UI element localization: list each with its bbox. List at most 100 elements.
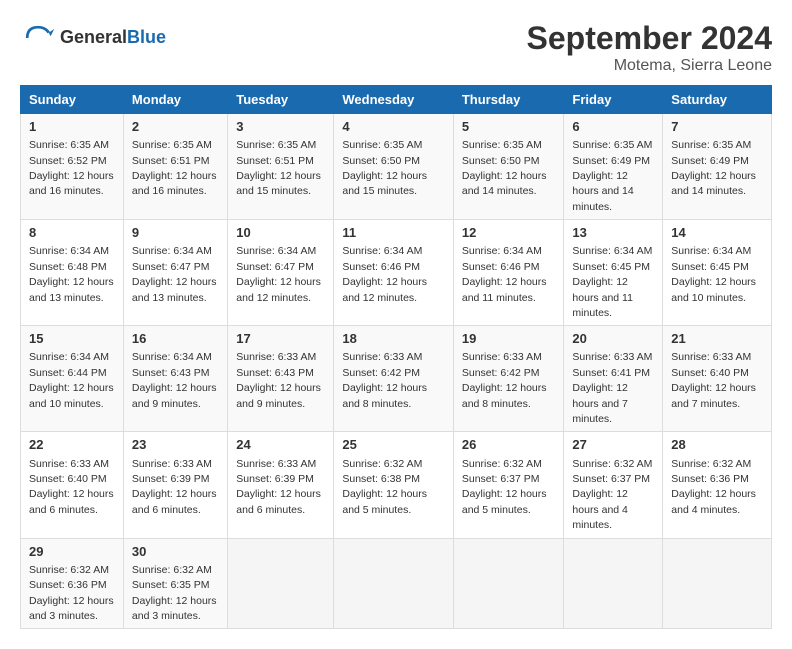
calendar-cell: 20Sunrise: 6:33 AMSunset: 6:41 PMDayligh… [564,326,663,432]
page-header: GeneralBlue September 2024 Motema, Sierr… [20,20,772,75]
daylight-text: Daylight: 12 hours and 5 minutes. [342,488,427,515]
daylight-text: Daylight: 12 hours and 7 minutes. [572,382,627,425]
calendar-week-2: 8Sunrise: 6:34 AMSunset: 6:48 PMDaylight… [21,220,772,326]
daylight-text: Daylight: 12 hours and 14 minutes. [462,170,547,197]
sunset-text: Sunset: 6:51 PM [236,155,314,167]
daylight-text: Daylight: 12 hours and 6 minutes. [236,488,321,515]
day-number: 6 [572,118,654,136]
calendar-cell: 12Sunrise: 6:34 AMSunset: 6:46 PMDayligh… [453,220,564,326]
sunrise-text: Sunrise: 6:35 AM [236,139,316,151]
sunset-text: Sunset: 6:40 PM [671,367,749,379]
sunset-text: Sunset: 6:51 PM [132,155,210,167]
location: Motema, Sierra Leone [527,57,772,75]
day-number: 21 [671,330,763,348]
sunrise-text: Sunrise: 6:34 AM [462,245,542,257]
day-number: 25 [342,436,445,454]
col-thursday: Thursday [453,86,564,114]
daylight-text: Daylight: 12 hours and 6 minutes. [29,488,114,515]
sunrise-text: Sunrise: 6:33 AM [132,458,212,470]
day-number: 26 [462,436,556,454]
sunrise-text: Sunrise: 6:32 AM [572,458,652,470]
header-row: Sunday Monday Tuesday Wednesday Thursday… [21,86,772,114]
calendar-cell [663,538,772,629]
sunset-text: Sunset: 6:49 PM [572,155,650,167]
day-number: 24 [236,436,325,454]
daylight-text: Daylight: 12 hours and 8 minutes. [462,382,547,409]
day-number: 28 [671,436,763,454]
sunset-text: Sunset: 6:44 PM [29,367,107,379]
day-number: 30 [132,543,219,561]
calendar-cell [564,538,663,629]
sunrise-text: Sunrise: 6:33 AM [671,351,751,363]
calendar-cell: 27Sunrise: 6:32 AMSunset: 6:37 PMDayligh… [564,432,663,538]
daylight-text: Daylight: 12 hours and 6 minutes. [132,488,217,515]
day-number: 2 [132,118,219,136]
calendar-cell: 18Sunrise: 6:33 AMSunset: 6:42 PMDayligh… [334,326,454,432]
day-number: 16 [132,330,219,348]
logo: GeneralBlue [20,20,166,56]
sunset-text: Sunset: 6:45 PM [572,261,650,273]
sunrise-text: Sunrise: 6:34 AM [29,245,109,257]
sunrise-text: Sunrise: 6:33 AM [572,351,652,363]
col-monday: Monday [123,86,227,114]
daylight-text: Daylight: 12 hours and 15 minutes. [342,170,427,197]
calendar-cell: 21Sunrise: 6:33 AMSunset: 6:40 PMDayligh… [663,326,772,432]
day-number: 11 [342,224,445,242]
sunset-text: Sunset: 6:46 PM [342,261,420,273]
sunset-text: Sunset: 6:46 PM [462,261,540,273]
calendar-cell: 4Sunrise: 6:35 AMSunset: 6:50 PMDaylight… [334,114,454,220]
sunrise-text: Sunrise: 6:35 AM [29,139,109,151]
sunrise-text: Sunrise: 6:34 AM [132,245,212,257]
sunset-text: Sunset: 6:37 PM [572,473,650,485]
calendar-header: Sunday Monday Tuesday Wednesday Thursday… [21,86,772,114]
day-number: 14 [671,224,763,242]
sunset-text: Sunset: 6:36 PM [671,473,749,485]
sunset-text: Sunset: 6:41 PM [572,367,650,379]
sunrise-text: Sunrise: 6:34 AM [572,245,652,257]
daylight-text: Daylight: 12 hours and 14 minutes. [671,170,756,197]
day-number: 18 [342,330,445,348]
sunrise-text: Sunrise: 6:35 AM [671,139,751,151]
calendar-cell: 2Sunrise: 6:35 AMSunset: 6:51 PMDaylight… [123,114,227,220]
sunrise-text: Sunrise: 6:33 AM [29,458,109,470]
calendar-cell: 16Sunrise: 6:34 AMSunset: 6:43 PMDayligh… [123,326,227,432]
col-saturday: Saturday [663,86,772,114]
calendar-body: 1Sunrise: 6:35 AMSunset: 6:52 PMDaylight… [21,114,772,629]
calendar-cell: 14Sunrise: 6:34 AMSunset: 6:45 PMDayligh… [663,220,772,326]
sunset-text: Sunset: 6:50 PM [462,155,540,167]
day-number: 29 [29,543,115,561]
calendar-cell: 10Sunrise: 6:34 AMSunset: 6:47 PMDayligh… [228,220,334,326]
day-number: 1 [29,118,115,136]
calendar-cell: 30Sunrise: 6:32 AMSunset: 6:35 PMDayligh… [123,538,227,629]
sunset-text: Sunset: 6:36 PM [29,579,107,591]
calendar-cell: 11Sunrise: 6:34 AMSunset: 6:46 PMDayligh… [334,220,454,326]
sunrise-text: Sunrise: 6:32 AM [671,458,751,470]
month-title: September 2024 [527,20,772,57]
day-number: 10 [236,224,325,242]
sunrise-text: Sunrise: 6:34 AM [236,245,316,257]
calendar-cell: 25Sunrise: 6:32 AMSunset: 6:38 PMDayligh… [334,432,454,538]
calendar-cell: 3Sunrise: 6:35 AMSunset: 6:51 PMDaylight… [228,114,334,220]
sunrise-text: Sunrise: 6:33 AM [342,351,422,363]
calendar-cell: 6Sunrise: 6:35 AMSunset: 6:49 PMDaylight… [564,114,663,220]
title-block: September 2024 Motema, Sierra Leone [527,20,772,75]
sunset-text: Sunset: 6:42 PM [342,367,420,379]
logo-general: General [60,27,127,47]
daylight-text: Daylight: 12 hours and 5 minutes. [462,488,547,515]
calendar-cell: 22 Sunrise: 6:33 AM Sunset: 6:40 PM Dayligh… [21,432,124,538]
daylight-text: Daylight: 12 hours and 12 minutes. [342,276,427,303]
sunrise-text: Sunrise: 6:35 AM [132,139,212,151]
day-number: 12 [462,224,556,242]
calendar-cell: 13Sunrise: 6:34 AMSunset: 6:45 PMDayligh… [564,220,663,326]
sunset-text: Sunset: 6:48 PM [29,261,107,273]
sunrise-text: Sunrise: 6:32 AM [462,458,542,470]
sunrise-text: Sunrise: 6:33 AM [236,458,316,470]
day-number: 22 [29,436,115,454]
sunrise-text: Sunrise: 6:35 AM [462,139,542,151]
sunset-text: Sunset: 6:40 PM [29,473,107,485]
calendar-week-5: 29Sunrise: 6:32 AMSunset: 6:36 PMDayligh… [21,538,772,629]
calendar-cell: 24Sunrise: 6:33 AMSunset: 6:39 PMDayligh… [228,432,334,538]
calendar-cell: 19Sunrise: 6:33 AMSunset: 6:42 PMDayligh… [453,326,564,432]
daylight-text: Daylight: 12 hours and 13 minutes. [29,276,114,303]
calendar-cell: 5Sunrise: 6:35 AMSunset: 6:50 PMDaylight… [453,114,564,220]
